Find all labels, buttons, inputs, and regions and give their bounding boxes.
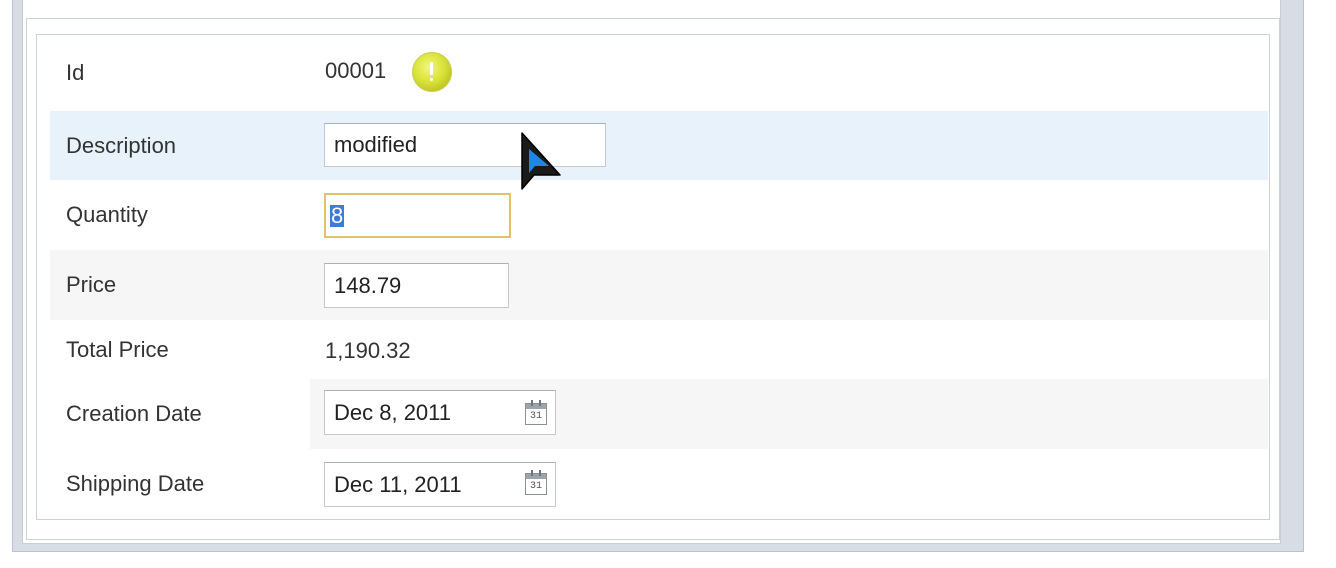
creation-date-input[interactable]: Dec 8, 2011 [324,390,556,435]
description-input[interactable]: modified [324,123,606,167]
value-cell [310,320,1268,379]
calendar-icon-header [526,474,546,479]
shipping-date-input[interactable]: Dec 11, 2011 [324,462,556,507]
calendar-icon-day: 31 [529,481,542,492]
warning-icon-dot [430,78,433,81]
price-input-value: 148.79 [334,272,402,298]
creation-date-label: Creation Date [66,401,202,426]
price-input[interactable]: 148.79 [324,263,509,308]
warning-icon-bar [430,62,433,75]
total-price-value: 1,190.32 [325,338,411,363]
row-id: Id [50,35,1268,111]
calendar-icon[interactable]: 31 [525,470,547,495]
price-label: Price [66,272,117,297]
creation-date-input-value: Dec 8, 2011 [334,399,452,425]
quantity-label: Quantity [66,202,148,227]
calendar-icon-ring [539,470,541,476]
shipping-date-label: Shipping Date [66,471,205,496]
row-total-price: Total Price [50,320,1268,379]
label-cell [50,35,310,111]
id-label: Id [66,60,85,85]
calendar-icon-day: 31 [529,411,542,422]
calendar-icon-ring [531,400,533,406]
description-label: Description [66,132,177,158]
row-description: Description [50,111,1268,180]
shipping-date-input-value: Dec 11, 2011 [334,471,462,497]
quantity-input-value: 8 [330,202,345,228]
row-quantity: Quantity [50,180,1268,250]
mouse-cursor-icon [521,132,561,190]
row-price: Price [50,250,1268,320]
quantity-input[interactable]: 8 [324,193,511,238]
total-price-label: Total Price [66,336,169,362]
value-cell [310,35,1268,111]
row-creation-date: Creation Date [50,379,1268,449]
calendar-icon-ring [539,400,541,406]
warning-icon[interactable] [412,52,452,92]
id-value: 00001 [325,58,387,83]
calendar-icon[interactable]: 31 [525,400,547,425]
row-shipping-date: Shipping Date [50,449,1268,519]
calendar-icon-header [526,404,546,409]
description-input-value: modified [334,132,418,157]
calendar-icon-ring [531,470,533,476]
